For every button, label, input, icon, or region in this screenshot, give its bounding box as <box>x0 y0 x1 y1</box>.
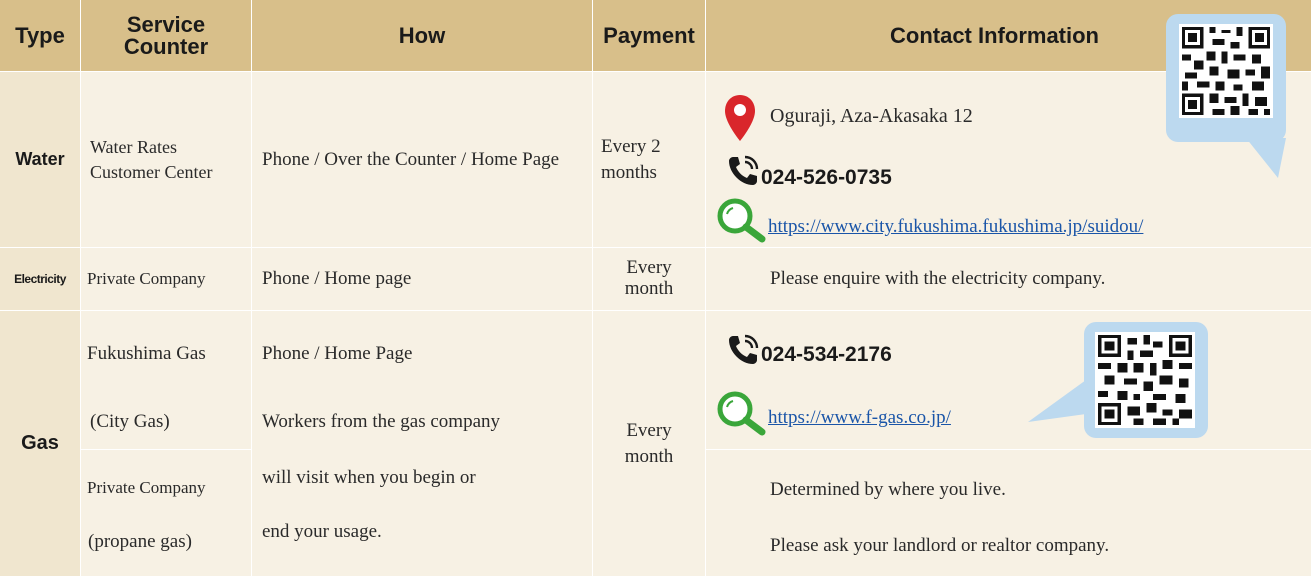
water-address: Oguraji, Aza-Akasaka 12 <box>770 105 973 127</box>
electricity-how: Phone / Home page <box>252 248 592 310</box>
gas-contact-private-line-2: Please ask your landlord or realtor comp… <box>770 535 1110 556</box>
water-how: Phone / Over the Counter / Home Page <box>252 72 592 247</box>
water-url-link[interactable]: https://www.city.fukushima.fukushima.jp/… <box>768 216 1143 238</box>
electricity-contact: Please enquire with the electricity comp… <box>706 248 1311 310</box>
type-water: Water <box>0 72 80 247</box>
gas-counter-city-sub: (City Gas) <box>90 411 170 432</box>
location-pin-icon <box>725 95 755 141</box>
gas-how-line-2: Workers from the gas company <box>262 411 501 432</box>
phone-icon <box>729 334 759 364</box>
gas-how-line-1: Phone / Home Page <box>262 343 413 364</box>
gas-how-line-3: will visit when you begin or <box>262 467 476 488</box>
qr-code <box>1179 24 1273 118</box>
gas-payment: Every month <box>593 311 705 576</box>
header-how: How <box>252 0 592 71</box>
gas-counter-city-name: Fukushima Gas <box>87 343 206 364</box>
gas-how-line-4: end your usage. <box>262 521 382 542</box>
header-payment: Payment <box>593 0 705 71</box>
electricity-payment: Every month <box>593 248 705 310</box>
phone-icon <box>729 155 759 185</box>
gas-contact-private-line-1: Determined by where you live. <box>770 479 1006 500</box>
search-magnifier-icon <box>717 391 766 436</box>
gas-contact-private <box>706 450 1311 576</box>
gas-counter-private-name: Private Company <box>87 478 206 497</box>
type-electricity: Electricity <box>0 248 80 310</box>
gas-url-link[interactable]: https://www.f-gas.co.jp/ <box>768 407 951 429</box>
header-type: Type <box>0 0 80 71</box>
gas-counter-private <box>81 450 251 576</box>
header-service-counter: Service Counter <box>81 0 251 71</box>
search-magnifier-icon <box>717 198 766 243</box>
water-phone: 024-526-0735 <box>761 166 892 189</box>
gas-phone: 024-534-2176 <box>761 343 892 366</box>
water-counter: Water Rates Customer Center <box>81 72 251 247</box>
water-payment: Every 2 months <box>593 72 705 247</box>
type-gas: Gas <box>0 311 80 576</box>
qr-code <box>1095 332 1195 428</box>
electricity-counter: Private Company <box>81 248 251 310</box>
gas-counter-private-sub: (propane gas) <box>88 531 192 552</box>
